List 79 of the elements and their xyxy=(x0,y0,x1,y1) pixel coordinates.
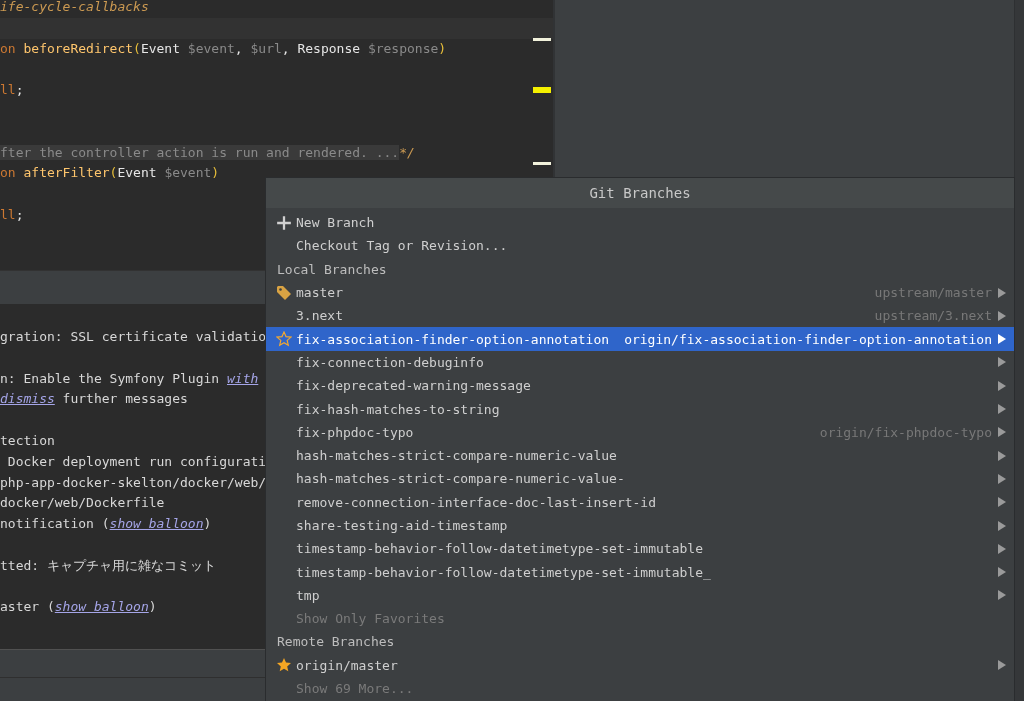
code-keyword: ll xyxy=(0,82,16,98)
code-variable: $event xyxy=(187,40,235,56)
submenu-arrow-icon xyxy=(998,590,1006,601)
log-text: Docker deployment run configurati xyxy=(6,453,267,469)
branch-item[interactable]: hash-matches-strict-compare-numeric-value xyxy=(266,443,1014,468)
code-variable: $response xyxy=(367,40,439,56)
function-name: beforeRedirect xyxy=(23,40,134,56)
menu-item[interactable]: Checkout Tag or Revision... xyxy=(266,234,1014,258)
submenu-arrow-icon xyxy=(998,287,1006,298)
code-text: , Response xyxy=(281,40,362,56)
code-paren: ) xyxy=(211,165,220,181)
log-text: gration: SSL certificate validatio xyxy=(0,329,267,344)
folded-comment: fter the controller action is run and rendered. ... xyxy=(0,144,400,160)
log-text: php-app-docker-skelton/docker/web/ xyxy=(0,474,267,490)
section-header: Local Branches xyxy=(276,260,388,279)
submenu-arrow-icon xyxy=(998,380,1006,391)
branch-item[interactable]: timestamp-behavior-follow-datetimetype-set-immutable_ xyxy=(266,560,1014,584)
branch-item[interactable]: hash-matches-strict-compare-numeric-value- xyxy=(266,467,1014,491)
error-stripe-mark xyxy=(533,162,551,165)
branch-item[interactable]: master upstream/master xyxy=(266,280,1014,305)
branch-item[interactable]: origin/master xyxy=(266,653,1014,677)
submenu-arrow-icon xyxy=(998,473,1006,484)
branch-item[interactable]: 3.next upstream/3.next xyxy=(266,304,1014,328)
submenu-arrow-icon xyxy=(998,567,1006,578)
submenu-arrow-icon xyxy=(998,660,1006,671)
popup-title: Git Branches xyxy=(266,178,1014,208)
branch-item[interactable]: timestamp-behavior-follow-datetimetype-set-immutable xyxy=(266,537,1014,561)
code-variable: $url xyxy=(250,40,282,56)
menu-item[interactable]: New Branch xyxy=(266,211,1014,235)
branch-item[interactable]: fix-deprecated-warning-message xyxy=(266,374,1014,398)
code-paren: ) xyxy=(438,40,447,56)
log-text: tted: キャプチャ用に雑なコミット xyxy=(0,557,216,573)
submenu-arrow-icon xyxy=(998,404,1006,414)
branch-item[interactable]: fix-connection-debuginfo xyxy=(266,350,1014,375)
log-text: further messages xyxy=(61,391,188,407)
section-header: Remote Branches xyxy=(276,633,396,652)
branch-item[interactable]: fix-hash-matches-to-string xyxy=(266,397,1014,421)
log-text: ) xyxy=(203,516,212,532)
submenu-arrow-icon xyxy=(998,334,1006,345)
log-link[interactable]: dismiss xyxy=(0,391,55,407)
branch-item[interactable]: tmp xyxy=(266,583,1014,608)
submenu-arrow-icon xyxy=(998,450,1006,461)
log-text: tection xyxy=(0,433,55,448)
code-text: ; xyxy=(15,206,24,222)
branch-item[interactable]: remove-connection-interface-doc-last-insert-id xyxy=(266,490,1014,514)
log-link[interactable]: with xyxy=(227,370,259,386)
code-paren: ( xyxy=(109,165,118,181)
submenu-arrow-icon xyxy=(998,427,1006,438)
error-stripe-mark xyxy=(533,87,551,93)
code-text: ; xyxy=(15,82,24,98)
code-keyword: ll xyxy=(0,206,16,222)
log-text: notification ( xyxy=(0,516,110,532)
log-text: docker/web/Dockerfile xyxy=(0,495,165,511)
code-keyword: on xyxy=(0,165,17,181)
star-outline-icon xyxy=(276,331,292,348)
plus-icon xyxy=(276,214,292,231)
code-variable: $event xyxy=(164,165,212,181)
error-stripe-mark xyxy=(533,38,551,41)
doc-comment: */ xyxy=(399,144,415,160)
code-text: Event xyxy=(117,165,158,181)
log-text: n: Enable the Symfony Plugin xyxy=(0,370,221,386)
code-keyword: on xyxy=(0,40,17,56)
doc-comment: ife-cycle-callbacks xyxy=(0,0,149,14)
code-text: Event xyxy=(140,40,182,56)
code-text: , xyxy=(234,40,244,56)
submenu-arrow-icon xyxy=(998,520,1006,531)
code-paren: ( xyxy=(133,40,141,56)
branch-item[interactable]: share-testing-aid-timestamp xyxy=(266,513,1014,538)
submenu-arrow-icon xyxy=(998,357,1006,368)
branch-item[interactable]: fix-phpdoc-typo origin/fix-phpdoc-typo xyxy=(266,420,1014,444)
log-text: ) xyxy=(148,599,157,615)
submenu-arrow-icon xyxy=(998,310,1006,321)
submenu-arrow-icon xyxy=(998,497,1006,508)
function-name: afterFilter xyxy=(23,165,110,181)
log-text: aster ( xyxy=(0,599,55,615)
submenu-arrow-icon xyxy=(998,543,1006,554)
log-link[interactable]: show balloon xyxy=(54,599,149,615)
branch-item[interactable]: fix-association-finder-option-annotation origin/fix-association-finder-option-annotation xyxy=(266,327,1014,351)
log-link[interactable]: show balloon xyxy=(109,516,204,532)
